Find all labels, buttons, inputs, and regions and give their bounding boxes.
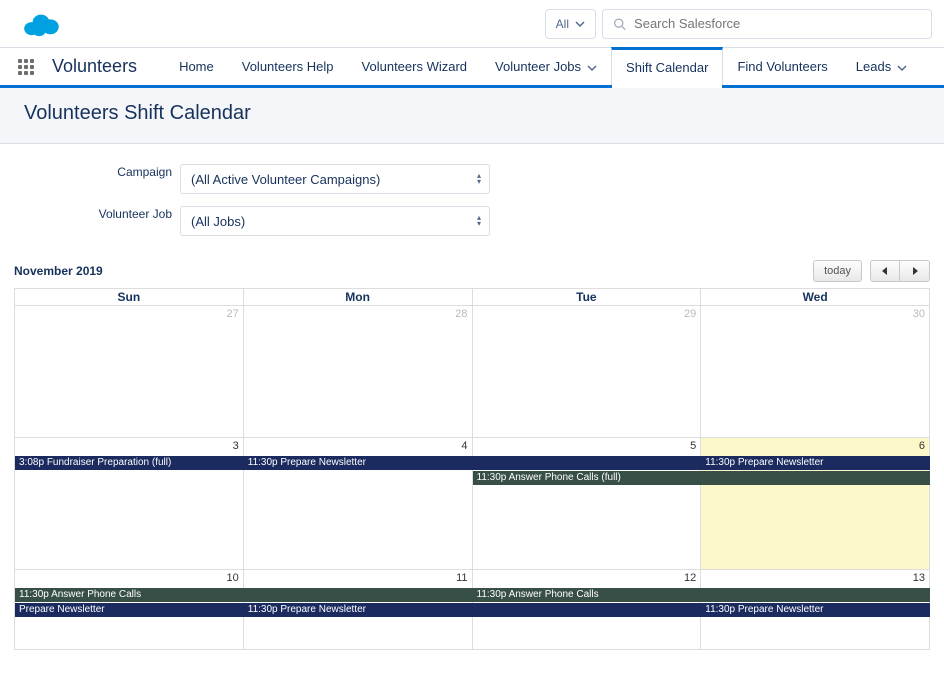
- nav-item-label: Find Volunteers: [737, 59, 827, 74]
- event-time: 11:30p: [705, 457, 738, 468]
- today-button[interactable]: today: [813, 260, 862, 282]
- calendar-day-number: 6: [919, 440, 925, 452]
- next-button[interactable]: [900, 260, 930, 282]
- event-title: Prepare Newsletter: [280, 604, 366, 615]
- calendar-event[interactable]: Prepare Newsletter: [15, 603, 244, 617]
- job-label: Volunteer Job: [90, 207, 172, 221]
- calendar-event[interactable]: 11:30p Prepare Newsletter: [244, 603, 702, 617]
- nav-item-leads[interactable]: Leads: [842, 48, 921, 85]
- calendar-toolbar: November 2019 today: [0, 256, 944, 288]
- triangle-left-icon: [881, 267, 889, 275]
- chevron-down-icon: [897, 59, 907, 74]
- nav-item-label: Volunteers Wizard: [362, 59, 468, 74]
- event-title: Answer Phone Calls: [509, 589, 599, 600]
- calendar-day-number: 11: [456, 572, 467, 584]
- calendar-cell[interactable]: 29: [473, 306, 702, 438]
- global-header: All: [0, 0, 944, 48]
- event-title: Answer Phone Calls: [51, 589, 141, 600]
- search-scope-label: All: [556, 17, 569, 31]
- search-scope-dropdown[interactable]: All: [545, 9, 596, 39]
- calendar-day-number: 10: [227, 572, 239, 584]
- page-title: Volunteers Shift Calendar: [24, 102, 920, 125]
- calendar-day-number: 29: [684, 308, 696, 320]
- calendar-event[interactable]: 3:08p Fundraiser Preparation (full): [15, 456, 244, 470]
- event-time: 11:30p: [248, 457, 281, 468]
- job-value: (All Jobs): [191, 214, 245, 229]
- calendar-event[interactable]: 11:30p Answer Phone Calls (full): [473, 471, 931, 485]
- calendar-day-number: 27: [227, 308, 239, 320]
- nav-item-volunteers-help[interactable]: Volunteers Help: [228, 48, 348, 85]
- campaign-select[interactable]: (All Active Volunteer Campaigns) ▴▾: [180, 164, 490, 194]
- search-icon: [613, 17, 626, 31]
- campaign-value: (All Active Volunteer Campaigns): [191, 172, 380, 187]
- nav-item-shift-calendar[interactable]: Shift Calendar: [611, 47, 723, 85]
- calendar-cell[interactable]: 28: [244, 306, 473, 438]
- calendar-event[interactable]: 11:30p Prepare Newsletter: [701, 603, 930, 617]
- nav-item-label: Volunteers Help: [242, 59, 334, 74]
- nav-item-label: Shift Calendar: [626, 60, 708, 75]
- stepper-icon: ▴▾: [477, 215, 481, 227]
- event-title: Fundraiser Preparation (full): [47, 457, 172, 468]
- page-header: Volunteers Shift Calendar: [0, 88, 944, 144]
- nav-item-label: Leads: [856, 59, 891, 74]
- calendar-event[interactable]: 11:30p Answer Phone Calls: [15, 588, 473, 602]
- nav-item-volunteers-wizard[interactable]: Volunteers Wizard: [348, 48, 482, 85]
- chevron-down-icon: [587, 59, 597, 74]
- nav-item-find-volunteers[interactable]: Find Volunteers: [723, 48, 841, 85]
- calendar-day-header: Tue: [473, 288, 702, 306]
- event-time: 3:08p: [19, 457, 47, 468]
- calendar-cell[interactable]: 30: [701, 306, 930, 438]
- calendar-day-number: 3: [233, 440, 239, 452]
- calendar-day-number: 28: [455, 308, 467, 320]
- campaign-label: Campaign: [90, 165, 172, 179]
- prev-button[interactable]: [870, 260, 900, 282]
- triangle-right-icon: [911, 267, 919, 275]
- context-nav: Volunteers Home Volunteers Help Volunteers…: [0, 48, 944, 88]
- calendar-event[interactable]: 11:30p Prepare Newsletter: [244, 456, 702, 470]
- event-title: Prepare Newsletter: [738, 457, 824, 468]
- calendar-day-number: 30: [913, 308, 925, 320]
- filters: Campaign (All Active Volunteer Campaigns…: [0, 144, 944, 256]
- nav-item-volunteer-jobs[interactable]: Volunteer Jobs: [481, 48, 611, 85]
- job-select[interactable]: (All Jobs) ▴▾: [180, 206, 490, 236]
- nav-item-home[interactable]: Home: [165, 48, 228, 85]
- calendar-cell[interactable]: 27: [15, 306, 244, 438]
- event-time: 11:30p: [477, 472, 509, 483]
- calendar-day-header: Sun: [15, 288, 244, 306]
- global-search[interactable]: [602, 9, 932, 39]
- event-title: Prepare Newsletter: [738, 604, 824, 615]
- event-title: Answer Phone Calls (full): [509, 472, 621, 483]
- calendar-day-number: 12: [684, 572, 696, 584]
- nav-item-label: Home: [179, 59, 214, 74]
- calendar-grid: SunMonTueWed 27 28 29 30 3 4 5 6 3:08p Fundraise…: [14, 288, 930, 650]
- calendar-month-title: November 2019: [14, 264, 103, 278]
- event-time: 11:30p: [248, 604, 281, 615]
- event-time: 11:30p: [19, 589, 51, 600]
- calendar-day-number: 4: [461, 440, 467, 452]
- app-launcher-icon[interactable]: [18, 59, 34, 75]
- event-title: Prepare Newsletter: [280, 457, 366, 468]
- event-title: Prepare Newsletter: [19, 604, 105, 615]
- search-input[interactable]: [634, 16, 921, 31]
- nav-item-label: Volunteer Jobs: [495, 59, 581, 74]
- app-name: Volunteers: [52, 56, 137, 77]
- stepper-icon: ▴▾: [477, 173, 481, 185]
- calendar-day-header: Wed: [701, 288, 930, 306]
- calendar-event[interactable]: 11:30p Prepare Newsletter: [701, 456, 930, 470]
- chevron-down-icon: [575, 21, 585, 27]
- calendar-day-number: 13: [913, 572, 925, 584]
- calendar-day-number: 5: [690, 440, 696, 452]
- salesforce-logo-icon: [20, 10, 62, 38]
- calendar-day-header: Mon: [244, 288, 473, 306]
- event-time: 11:30p: [705, 604, 738, 615]
- event-time: 11:30p: [477, 589, 509, 600]
- calendar-event[interactable]: 11:30p Answer Phone Calls: [473, 588, 931, 602]
